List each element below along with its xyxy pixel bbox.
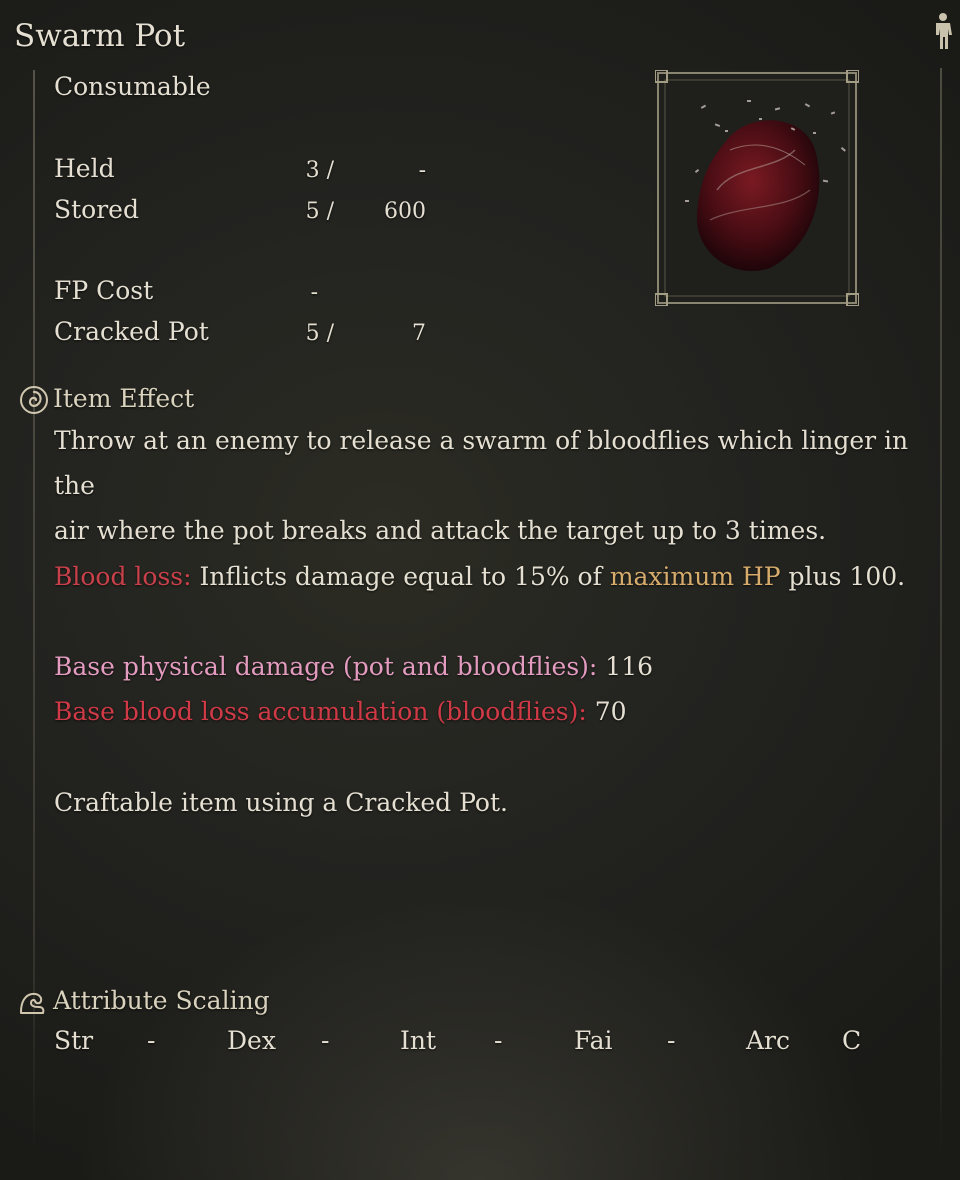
- item-effect-heading: Item Effect: [53, 384, 195, 413]
- blood-loss-text-1: Inflicts damage equal to 15% of: [191, 562, 610, 591]
- attr-int-value: -: [494, 1026, 503, 1055]
- attr-dex-value: -: [321, 1026, 330, 1055]
- blood-accumulation-label: Base blood loss accumulation (bloodflies…: [54, 697, 587, 726]
- attr-dex-label: Dex: [227, 1026, 276, 1055]
- blood-accumulation-line: Base blood loss accumulation (bloodflies…: [54, 689, 934, 734]
- stored-current: 5 /: [305, 199, 334, 224]
- attr-fai-value: -: [667, 1026, 676, 1055]
- attr-str-value: -: [147, 1026, 156, 1055]
- fp-cost-value: -: [310, 280, 318, 305]
- blood-accumulation-value: 70: [586, 697, 627, 726]
- stored-label: Stored: [54, 195, 139, 224]
- held-label: Held: [54, 154, 115, 183]
- item-category: Consumable: [54, 72, 211, 101]
- blood-loss-line: Blood loss: Inflicts damage equal to 15%…: [54, 554, 934, 599]
- right-divider: [940, 68, 942, 1158]
- blood-loss-text-2: plus 100.: [780, 562, 906, 591]
- description-line-2: air where the pot breaks and attack the …: [54, 516, 827, 545]
- fp-cost-label: FP Cost: [54, 276, 154, 305]
- attr-int-label: Int: [400, 1026, 437, 1055]
- attr-str-label: Str: [54, 1026, 94, 1055]
- item-title: Swarm Pot: [14, 18, 186, 54]
- cracked-pot-current: 5 /: [305, 321, 334, 346]
- physical-damage-line: Base physical damage (pot and bloodflies…: [54, 644, 934, 689]
- swirl-icon: [20, 386, 48, 414]
- attr-arc-value: C: [842, 1026, 862, 1055]
- figure-icon[interactable]: [931, 12, 955, 52]
- blood-loss-label: Blood loss:: [54, 562, 192, 591]
- physical-damage-label: Base physical damage (pot and bloodflies…: [54, 652, 598, 681]
- arm-icon: [20, 992, 45, 1014]
- attribute-scaling-heading: Attribute Scaling: [53, 986, 270, 1015]
- held-max: -: [418, 158, 426, 183]
- attr-arc-label: Arc: [746, 1026, 791, 1055]
- attr-fai-label: Fai: [574, 1026, 613, 1055]
- item-image: [655, 70, 859, 306]
- maximum-hp-highlight: maximum HP: [609, 562, 781, 591]
- description-line-1: Throw at an enemy to release a swarm of …: [54, 426, 909, 500]
- cracked-pot-max: 7: [412, 321, 426, 346]
- stored-max: 600: [384, 199, 426, 224]
- physical-damage-value: 116: [597, 652, 654, 681]
- held-current: 3 /: [305, 158, 334, 183]
- item-description: Throw at an enemy to release a swarm of …: [54, 418, 924, 553]
- cracked-pot-label: Cracked Pot: [54, 317, 209, 346]
- craft-note: Craftable item using a Cracked Pot.: [54, 788, 508, 817]
